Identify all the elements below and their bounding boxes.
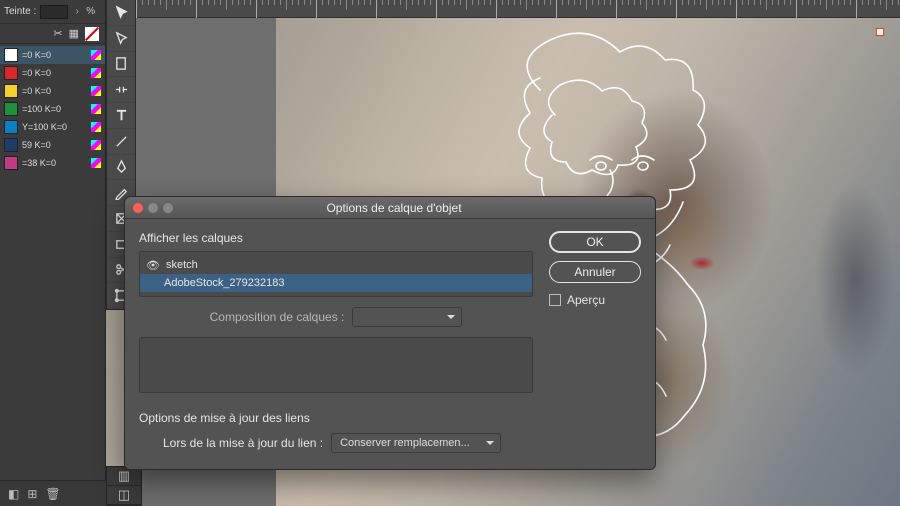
page-tool[interactable] xyxy=(107,52,135,78)
panel-footer: ◧ ⊞ 🗑 xyxy=(0,480,106,506)
line-tool[interactable] xyxy=(107,129,135,155)
selection-handle-r[interactable] xyxy=(876,28,884,36)
pen-tool[interactable] xyxy=(107,155,135,181)
tint-input[interactable] xyxy=(40,5,68,19)
swatch-type-icon xyxy=(91,68,101,78)
layer-name[interactable]: AdobeStock_279232183 xyxy=(164,277,285,289)
swatch-type-icon xyxy=(91,86,101,96)
swatch-row[interactable]: Y=100 K=0 xyxy=(0,118,105,136)
zoom-icon xyxy=(163,203,173,213)
swatch-row[interactable]: =100 K=0 xyxy=(0,100,105,118)
swatch-chip xyxy=(4,120,18,134)
swatch-label: =0 K=0 xyxy=(22,68,87,78)
dock-icon-2[interactable]: ◫ xyxy=(107,486,141,505)
layer-list[interactable]: 👁 sketch AdobeStock_279232183 xyxy=(139,251,533,297)
close-icon[interactable] xyxy=(133,203,143,213)
swatch-label: Y=100 K=0 xyxy=(22,122,87,132)
swatch-type-icon xyxy=(91,50,101,60)
link-update-label: Lors de la mise à jour du lien : xyxy=(163,436,323,450)
link-options-label: Options de mise à jour des liens xyxy=(139,411,533,425)
selection-tool[interactable] xyxy=(107,0,135,26)
chevron-right-icon[interactable]: › xyxy=(72,6,82,17)
swatch-row[interactable]: =0 K=0 xyxy=(0,64,105,82)
layer-comp-label: Composition de calques : xyxy=(210,310,345,324)
link-update-dropdown[interactable]: Conserver remplacemen... xyxy=(331,433,501,453)
dialog-title: Options de calque d'objet xyxy=(173,201,655,215)
comp-preview-box xyxy=(139,337,533,393)
scissors-icon[interactable]: ✂ xyxy=(53,27,62,40)
visibility-icon[interactable]: 👁 xyxy=(146,259,160,272)
trash-icon[interactable]: 🗑 xyxy=(45,487,60,501)
minimize-icon xyxy=(148,203,158,213)
swatches-panel: Teinte : › % ✂ ▦ =0 K=0 =0 K=0 =0 K=0 =100 … xyxy=(0,0,106,506)
show-layers-label: Afficher les calques xyxy=(139,231,533,245)
none-swatch-icon[interactable] xyxy=(85,27,99,41)
swatch-label: =0 K=0 xyxy=(22,86,87,96)
new-icon[interactable]: ⊞ xyxy=(27,487,37,501)
swatch-row[interactable]: 59 K=0 xyxy=(0,136,105,154)
swatch-label: =38 K=0 xyxy=(22,158,87,168)
swatch-row[interactable]: =0 K=0 xyxy=(0,82,105,100)
swatch-row[interactable]: =38 K=0 xyxy=(0,154,105,172)
swatch-type-icon xyxy=(91,158,101,168)
swatch-chip xyxy=(4,156,18,170)
swatch-label: 59 K=0 xyxy=(22,140,87,150)
preview-label: Aperçu xyxy=(567,293,605,307)
percent-label: % xyxy=(86,6,95,17)
swatch-chip xyxy=(4,48,18,62)
gap-tool[interactable] xyxy=(107,77,135,103)
swatch-type-icon xyxy=(91,140,101,150)
swatch-chip xyxy=(4,84,18,98)
swatch-row[interactable]: =0 K=0 xyxy=(0,46,105,64)
ok-button[interactable]: OK xyxy=(549,231,641,253)
object-layer-options-dialog: Options de calque d'objet Afficher les c… xyxy=(124,196,656,470)
dialog-titlebar[interactable]: Options de calque d'objet xyxy=(125,197,655,219)
type-tool[interactable] xyxy=(107,103,135,129)
swatch-chip xyxy=(4,102,18,116)
ruler-horizontal xyxy=(136,0,900,18)
swatch-list: =0 K=0 =0 K=0 =0 K=0 =100 K=0 Y=100 K=0 59 K=… xyxy=(0,44,105,174)
direct-selection-tool[interactable] xyxy=(107,26,135,52)
swatch-label: =100 K=0 xyxy=(22,104,87,114)
tint-label: Teinte : xyxy=(4,6,36,17)
swatch-chip xyxy=(4,66,18,80)
swatch-type-icon xyxy=(91,122,101,132)
preview-checkbox[interactable] xyxy=(549,294,561,306)
cancel-button[interactable]: Annuler xyxy=(549,261,641,283)
swatch-type-icon xyxy=(91,104,101,114)
swatch-chip xyxy=(4,138,18,152)
layer-comp-dropdown[interactable] xyxy=(352,307,462,327)
overlay-icon[interactable]: ◧ xyxy=(8,487,19,501)
swatch-label: =0 K=0 xyxy=(22,50,87,60)
layer-name[interactable]: sketch xyxy=(166,259,198,271)
collapsed-dock: ▥ ◫ xyxy=(106,466,142,506)
grid-icon[interactable]: ▦ xyxy=(69,27,79,40)
